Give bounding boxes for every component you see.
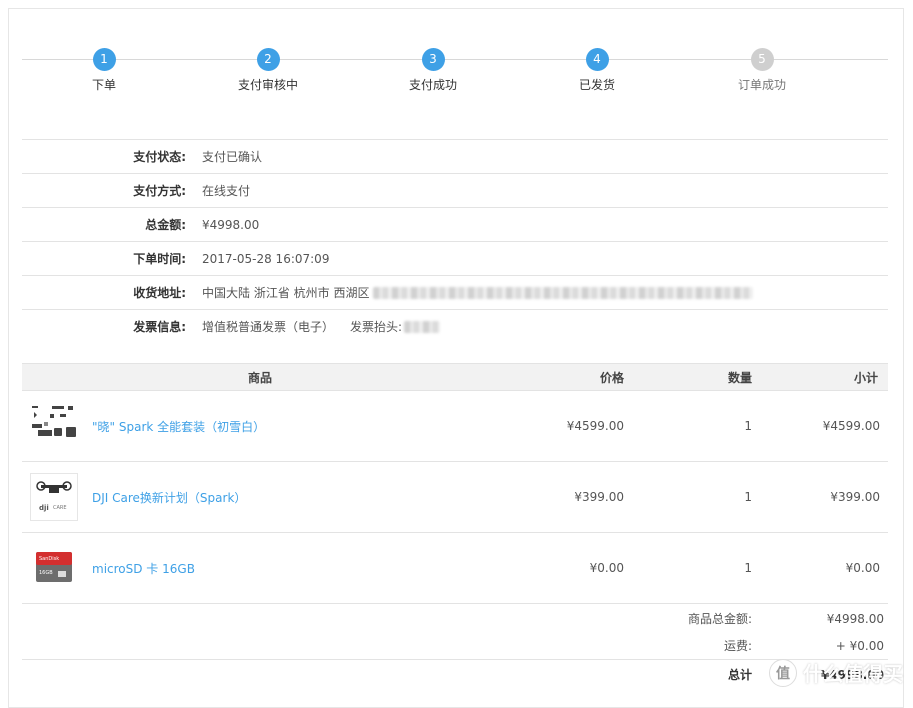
step-number: 1 — [93, 48, 116, 71]
step-3: 3 支付成功 — [373, 48, 493, 93]
product-link[interactable]: "晓" Spark 全能套装（初雪白） — [92, 418, 265, 435]
svg-text:SanDisk: SanDisk — [39, 556, 59, 562]
table-row: "晓" Spark 全能套装（初雪白） ¥4599.00 1 ¥4599.00 — [22, 391, 888, 462]
order-totals: 商品总金额: ¥4998.00 运费: + ¥0.00 总计 ¥4998.00 — [22, 605, 888, 689]
goods-total-label: 商品总金额: — [592, 610, 752, 627]
info-value: 增值税普通发票（电子） 发票抬头: — [202, 318, 440, 335]
step-label: 支付审核中 — [208, 76, 328, 93]
product-price: ¥399.00 — [498, 490, 624, 504]
header-qty: 数量 — [624, 369, 752, 386]
product-subtotal: ¥399.00 — [752, 490, 884, 504]
shipping-value: + ¥0.00 — [752, 639, 888, 653]
shipping-label: 运费: — [592, 637, 752, 654]
info-value: 中国大陆 浙江省 杭州市 西湖区 — [202, 284, 753, 301]
invoice-type: 增值税普通发票（电子） — [202, 318, 334, 335]
table-row: dji CARE DJI Care换新计划（Spark） ¥399.00 1 ¥… — [22, 462, 888, 533]
info-row-pay-status: 支付状态: 支付已确认 — [22, 139, 888, 173]
info-key: 收货地址: — [22, 284, 186, 301]
final-total-label: 总计 — [592, 666, 752, 683]
step-number: 2 — [257, 48, 280, 71]
redacted-address — [373, 287, 753, 299]
svg-text:16GB: 16GB — [39, 570, 53, 576]
product-subtotal: ¥4599.00 — [752, 419, 884, 433]
spark-kit-icon[interactable] — [30, 402, 78, 450]
address-text: 中国大陆 浙江省 杭州市 西湖区 — [202, 284, 369, 301]
info-key: 总金额: — [22, 216, 186, 233]
step-number: 3 — [422, 48, 445, 71]
step-1: 1 下单 — [44, 48, 164, 93]
step-number: 5 — [751, 48, 774, 71]
product-qty: 1 — [624, 561, 752, 575]
step-label: 下单 — [44, 76, 164, 93]
product-price: ¥0.00 — [498, 561, 624, 575]
header-subtotal: 小计 — [752, 369, 884, 386]
product-qty: 1 — [624, 419, 752, 433]
table-header: 商品 价格 数量 小计 — [22, 363, 888, 391]
product-link[interactable]: DJI Care换新计划（Spark） — [92, 489, 246, 506]
info-row-address: 收货地址: 中国大陆 浙江省 杭州市 西湖区 — [22, 275, 888, 309]
dji-care-icon[interactable]: dji CARE — [30, 473, 78, 521]
table-row: SanDisk 16GB microSD 卡 16GB ¥0.00 1 ¥0.0… — [22, 533, 888, 604]
step-4: 4 已发货 — [537, 48, 657, 93]
product-price: ¥4599.00 — [498, 419, 624, 433]
step-2: 2 支付审核中 — [208, 48, 328, 93]
product-table: 商品 价格 数量 小计 "晓" Spark 全能套装（初雪白） ¥4599.00… — [22, 363, 888, 604]
step-number: 4 — [586, 48, 609, 71]
header-name: 商品 — [22, 369, 498, 386]
redacted-invoice-title — [404, 321, 440, 333]
info-row-order-time: 下单时间: 2017-05-28 16:07:09 — [22, 241, 888, 275]
info-row-total: 总金额: ¥4998.00 — [22, 207, 888, 241]
product-subtotal: ¥0.00 — [752, 561, 884, 575]
shipping-row: 运费: + ¥0.00 — [22, 632, 888, 659]
svg-text:dji: dji — [39, 504, 49, 512]
smzdm-logo-icon: 值 — [769, 659, 797, 687]
watermark: 值 什么值得买 — [769, 658, 903, 687]
info-value: ¥4998.00 — [202, 218, 259, 232]
info-key: 下单时间: — [22, 250, 186, 267]
info-value: 在线支付 — [202, 182, 250, 199]
sd-card-icon[interactable]: SanDisk 16GB — [30, 544, 78, 592]
header-price: 价格 — [498, 369, 624, 386]
step-5: 5 订单成功 — [702, 48, 822, 93]
info-key: 支付状态: — [22, 148, 186, 165]
order-info: 支付状态: 支付已确认 支付方式: 在线支付 总金额: ¥4998.00 下单时… — [22, 139, 888, 343]
info-key: 支付方式: — [22, 182, 186, 199]
watermark-text: 什么值得买 — [803, 658, 903, 687]
svg-text:CARE: CARE — [53, 505, 67, 511]
invoice-title-label: 发票抬头: — [350, 318, 402, 335]
step-label: 支付成功 — [373, 76, 493, 93]
goods-total-row: 商品总金额: ¥4998.00 — [22, 605, 888, 632]
order-progress: 1 下单 2 支付审核中 3 支付成功 4 已发货 5 订单成功 — [22, 48, 888, 108]
info-row-invoice: 发票信息: 增值税普通发票（电子） 发票抬头: — [22, 309, 888, 343]
goods-total-value: ¥4998.00 — [752, 612, 888, 626]
final-total-row: 总计 ¥4998.00 — [22, 659, 888, 689]
info-key: 发票信息: — [22, 318, 186, 335]
info-row-pay-method: 支付方式: 在线支付 — [22, 173, 888, 207]
product-qty: 1 — [624, 490, 752, 504]
info-value: 2017-05-28 16:07:09 — [202, 252, 329, 266]
product-link[interactable]: microSD 卡 16GB — [92, 560, 195, 577]
info-value: 支付已确认 — [202, 148, 262, 165]
step-label: 已发货 — [537, 76, 657, 93]
step-label: 订单成功 — [702, 76, 822, 93]
